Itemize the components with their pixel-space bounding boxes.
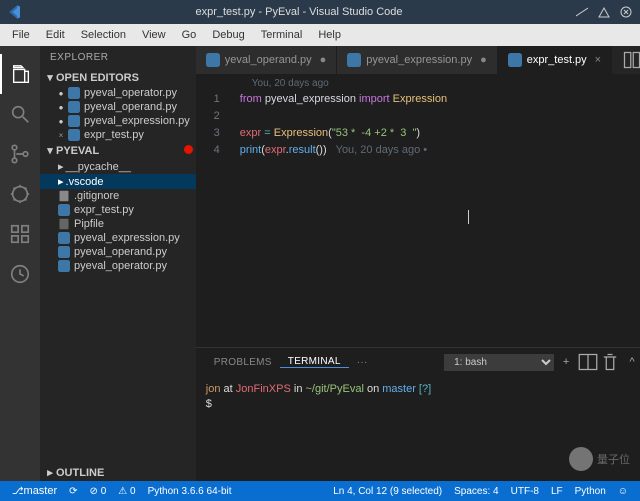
activity-bar <box>0 46 40 481</box>
menu-file[interactable]: File <box>4 26 38 44</box>
status-sync[interactable]: ⟳ <box>63 486 83 497</box>
terminal-selector[interactable]: 1: bash <box>444 354 554 371</box>
outline-header[interactable]: ▸OUTLINE <box>40 464 196 481</box>
minimize-icon[interactable] <box>574 4 590 20</box>
status-language[interactable]: Python <box>569 486 612 497</box>
git-blame-annotation: You, 20 days ago <box>196 74 640 91</box>
split-terminal-icon[interactable] <box>578 352 598 372</box>
compare-icon[interactable] <box>622 50 640 70</box>
status-cursor[interactable]: Ln 4, Col 12 (9 selected) <box>327 486 448 497</box>
open-editors-header[interactable]: ▾OPEN EDITORS <box>40 69 196 86</box>
sidebar: EXPLORER ▾OPEN EDITORS ●pyeval_operator.… <box>40 46 196 481</box>
extensions-icon[interactable] <box>0 214 40 254</box>
explorer-header: EXPLORER <box>40 46 196 69</box>
file-item[interactable]: pyeval_operator.py <box>40 259 196 273</box>
menu-view[interactable]: View <box>134 26 174 44</box>
status-spaces[interactable]: Spaces: 4 <box>448 486 504 497</box>
menu-selection[interactable]: Selection <box>73 26 134 44</box>
search-icon[interactable] <box>0 94 40 134</box>
file-item[interactable]: expr_test.py <box>40 203 196 217</box>
tab-active[interactable]: expr_test.py× <box>498 46 612 74</box>
status-warnings[interactable]: ⚠ 0 <box>112 486 141 497</box>
open-editor-item-active[interactable]: ×expr_test.py <box>40 128 196 142</box>
editor-content[interactable]: from pyeval_expression import Expression… <box>232 91 640 347</box>
maximize-panel-icon[interactable]: ^ <box>622 352 640 372</box>
kill-terminal-icon[interactable] <box>600 352 620 372</box>
tab[interactable]: yeval_operand.py● <box>196 46 338 74</box>
tab[interactable]: pyeval_expression.py● <box>337 46 497 74</box>
text-cursor <box>468 210 469 224</box>
open-editor-item[interactable]: ●pyeval_expression.py <box>40 114 196 128</box>
status-eol[interactable]: LF <box>545 486 569 497</box>
menu-help[interactable]: Help <box>310 26 349 44</box>
window-title: expr_test.py - PyEval - Visual Studio Co… <box>30 6 568 18</box>
explorer-icon[interactable] <box>0 54 40 94</box>
menu-bar: File Edit Selection View Go Debug Termin… <box>0 24 640 46</box>
panel-tab-problems[interactable]: PROBLEMS <box>206 357 280 368</box>
folder-item[interactable]: ▸__pycache__ <box>40 159 196 174</box>
file-item[interactable]: .gitignore <box>40 189 196 203</box>
file-item[interactable]: pyeval_operand.py <box>40 245 196 259</box>
menu-edit[interactable]: Edit <box>38 26 73 44</box>
vscode-logo-icon <box>6 4 22 20</box>
editor-tabs: yeval_operand.py● pyeval_expression.py● … <box>196 46 640 74</box>
timeline-icon[interactable] <box>0 254 40 294</box>
status-errors[interactable]: ⊘ 0 <box>84 486 113 497</box>
status-branch[interactable]: ⎇ master <box>6 485 63 497</box>
maximize-icon[interactable] <box>596 4 612 20</box>
menu-terminal[interactable]: Terminal <box>253 26 311 44</box>
debug-icon[interactable] <box>0 174 40 214</box>
file-item[interactable]: Pipfile <box>40 217 196 231</box>
status-encoding[interactable]: UTF-8 <box>505 486 545 497</box>
file-item[interactable]: pyeval_expression.py <box>40 231 196 245</box>
status-python[interactable]: Python 3.6.6 64-bit <box>142 486 238 497</box>
close-window-icon[interactable] <box>618 4 634 20</box>
panel-tab-more[interactable]: ··· <box>349 357 376 368</box>
folder-header[interactable]: ▾PYEVAL <box>40 142 196 159</box>
panel-tab-terminal[interactable]: TERMINAL <box>280 356 349 368</box>
status-bar: ⎇ master ⟳ ⊘ 0 ⚠ 0 Python 3.6.6 64-bit L… <box>0 481 640 501</box>
open-editor-item[interactable]: ●pyeval_operand.py <box>40 100 196 114</box>
watermark: 量子位 <box>569 447 630 471</box>
breakpoint-icon[interactable] <box>184 145 193 154</box>
menu-debug[interactable]: Debug <box>204 26 252 44</box>
menu-go[interactable]: Go <box>174 26 205 44</box>
open-editor-item[interactable]: ●pyeval_operator.py <box>40 86 196 100</box>
new-terminal-icon[interactable]: + <box>556 352 576 372</box>
folder-item-selected[interactable]: ▸.vscode <box>40 174 196 189</box>
status-feedback-icon[interactable]: ☺ <box>612 486 634 497</box>
source-control-icon[interactable] <box>0 134 40 174</box>
gutter[interactable]: 1 2 3 4 <box>196 91 232 347</box>
